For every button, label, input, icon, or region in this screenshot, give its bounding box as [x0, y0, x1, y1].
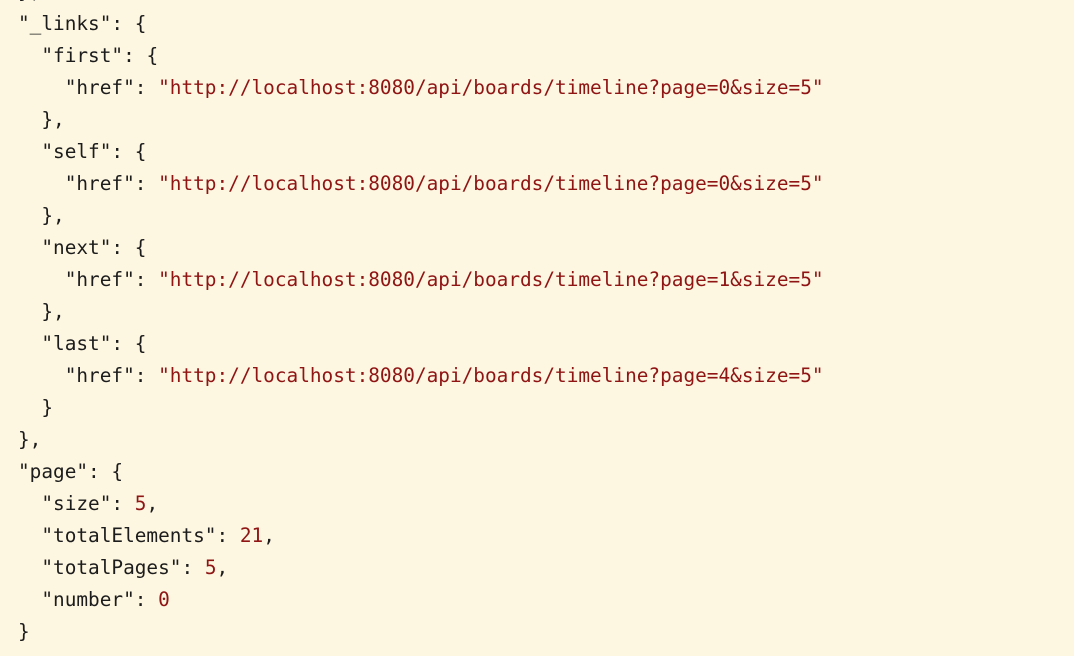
json-line: },	[18, 424, 824, 456]
json-string-value: "http://localhost:8080/api/boards/timeli…	[158, 268, 824, 291]
json-punctuation: : {	[111, 140, 147, 163]
json-punctuation: :	[111, 492, 135, 515]
json-number-value: 0	[158, 588, 170, 611]
json-key: "self"	[41, 140, 112, 163]
json-line: "href": "http://localhost:8080/api/board…	[18, 72, 824, 104]
json-line: "first": {	[18, 40, 824, 72]
json-line: "size": 5,	[18, 488, 824, 520]
json-punctuation: ,	[146, 492, 159, 515]
json-punctuation: :	[134, 588, 159, 611]
json-line: "next": {	[18, 232, 824, 264]
json-punctuation: :	[134, 172, 159, 195]
json-punctuation: },	[41, 108, 65, 131]
json-number-value: 5	[204, 556, 217, 579]
json-punctuation: },	[18, 428, 42, 451]
json-punctuation: : {	[88, 460, 124, 483]
json-key: "totalPages"	[41, 556, 182, 579]
json-line: "totalElements": 21,	[18, 520, 824, 552]
json-punctuation: : {	[123, 44, 159, 67]
json-punctuation: :	[181, 556, 205, 579]
json-line: "totalPages": 5,	[18, 552, 824, 584]
json-line: "href": "http://localhost:8080/api/board…	[18, 168, 824, 200]
json-punctuation: :	[134, 268, 159, 291]
json-line: "last": {	[18, 328, 824, 360]
json-key: "next"	[41, 236, 112, 259]
json-line: "_links": {	[18, 8, 824, 40]
json-line: "number": 0	[18, 584, 824, 616]
json-punctuation: :	[134, 76, 159, 99]
json-code-block: },"_links": { "first": { "href": "http:/…	[18, 0, 824, 648]
json-key: "href"	[64, 172, 135, 195]
json-line: "href": "http://localhost:8080/api/board…	[18, 264, 824, 296]
json-line: },	[18, 0, 824, 8]
json-number-value: 5	[134, 492, 147, 515]
json-line: "href": "http://localhost:8080/api/board…	[18, 360, 824, 392]
json-string-value: "http://localhost:8080/api/boards/timeli…	[158, 364, 824, 387]
json-line: },	[18, 104, 824, 136]
json-key: "href"	[64, 364, 135, 387]
json-key: "number"	[41, 588, 135, 611]
json-key: "href"	[64, 76, 135, 99]
json-punctuation: : {	[111, 236, 147, 259]
json-punctuation: :	[134, 364, 159, 387]
json-line: },	[18, 200, 824, 232]
json-key: "size"	[41, 492, 112, 515]
json-line: "self": {	[18, 136, 824, 168]
json-key: "last"	[41, 332, 112, 355]
json-string-value: "http://localhost:8080/api/boards/timeli…	[158, 172, 824, 195]
json-string-value: "http://localhost:8080/api/boards/timeli…	[158, 76, 824, 99]
json-number-value: 21	[239, 524, 264, 547]
json-punctuation: }	[18, 620, 30, 643]
json-punctuation: },	[18, 0, 41, 3]
json-punctuation: :	[216, 524, 240, 547]
json-punctuation: },	[41, 204, 65, 227]
json-punctuation: },	[41, 300, 65, 323]
json-key: "first"	[41, 44, 124, 67]
json-punctuation: }	[41, 396, 54, 419]
json-viewer: },"_links": { "first": { "href": "http:/…	[0, 0, 1074, 656]
json-line: "page": {	[18, 456, 824, 488]
json-punctuation: ,	[263, 524, 275, 547]
json-punctuation: ,	[216, 556, 229, 579]
json-key: "_links"	[18, 12, 112, 35]
json-key: "page"	[18, 460, 89, 483]
json-line: }	[18, 616, 824, 648]
json-key: "totalElements"	[41, 524, 217, 547]
json-punctuation: : {	[111, 12, 147, 35]
json-line: }	[18, 392, 824, 424]
json-key: "href"	[64, 268, 135, 291]
json-punctuation: : {	[111, 332, 147, 355]
json-line: },	[18, 296, 824, 328]
